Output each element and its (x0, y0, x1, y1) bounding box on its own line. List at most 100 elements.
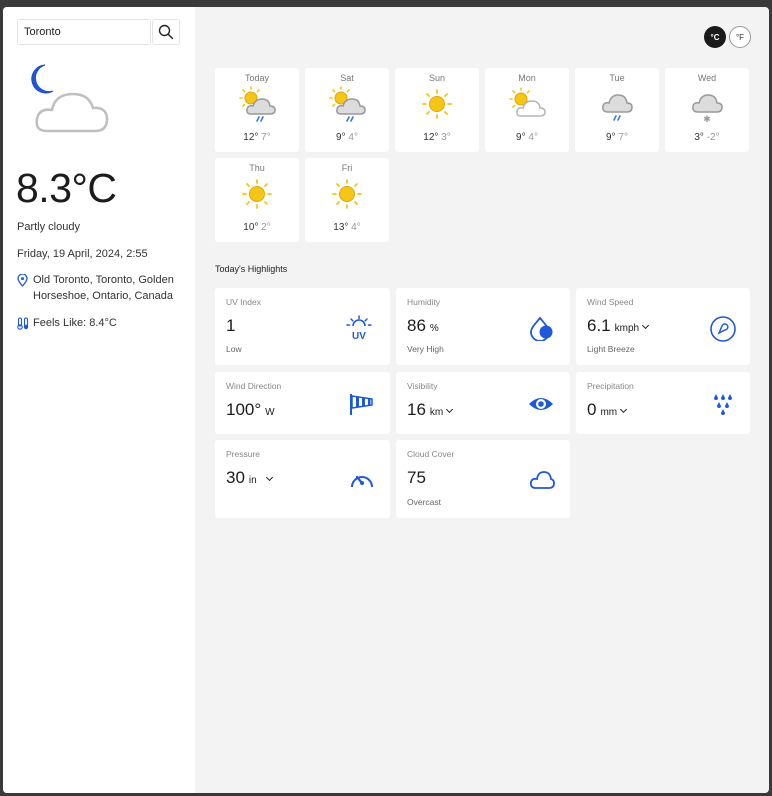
forecast-day-name: Fri (341, 163, 353, 173)
forecast-low: 7° (618, 132, 628, 143)
precipitation-number: 0 (587, 400, 597, 419)
forecast-day-wed: Wed ✱ 3° -2° (665, 68, 749, 152)
visibility-number: 16 (407, 400, 426, 419)
raindrops-icon (714, 394, 732, 415)
forecast-high: 10° (243, 222, 259, 233)
forecast-temps: 10° 2° (215, 222, 299, 233)
thermometer-icon (17, 317, 29, 330)
partly-cloudy-night-icon (25, 61, 115, 146)
forecast-high: 9° (516, 132, 526, 143)
forecast-temps: 12° 7° (215, 132, 299, 143)
celsius-toggle[interactable]: °C (704, 26, 726, 48)
uv-level: Low (226, 344, 242, 354)
pressure-unit[interactable]: in (249, 475, 257, 486)
pressure-card: Pressure 30 in (215, 440, 390, 518)
chevron-down-icon[interactable] (620, 405, 628, 414)
cloud-cover-card: Cloud Cover 75 Overcast (396, 440, 570, 518)
sun-icon (332, 179, 362, 209)
forecast-high: 13° (333, 222, 349, 233)
uv-value: 1 (226, 316, 236, 335)
wind-direction-compass: W (265, 407, 275, 418)
weather-app: 8.3°C Partly cloudy Friday, 19 April, 20… (3, 7, 769, 793)
humidity-unit: % (429, 323, 439, 334)
forecast-high: 3° (694, 132, 704, 143)
cloud-icon (529, 471, 555, 489)
pressure-number: 30 (226, 468, 245, 487)
wind-speed-label: Wind Speed (587, 297, 634, 307)
forecast-day-sun: Sun 12° 3° (395, 68, 479, 152)
forecast-high: 12° (423, 132, 439, 143)
forecast-low: 7° (261, 132, 271, 143)
search-input[interactable] (17, 19, 151, 45)
humidity-value: 86% (407, 316, 439, 336)
wind-speed-desc: Light Breeze (587, 344, 635, 354)
wind-speed-card: Wind Speed 6.1 kmph Light Breeze (576, 288, 750, 365)
precipitation-unit[interactable]: mm (600, 407, 617, 418)
pressure-value: 30 in (226, 468, 273, 488)
forecast-day-name: Mon (518, 73, 536, 83)
pressure-label: Pressure (226, 449, 261, 459)
humidity-number: 86 (407, 316, 426, 335)
forecast-temps: 12° 3° (395, 132, 479, 143)
location: Old Toronto, Toronto, Golden Horseshoe, … (17, 272, 187, 304)
forecast-low: 3° (441, 132, 451, 143)
precipitation-value: 0 mm (587, 400, 628, 420)
chevron-down-icon[interactable] (642, 321, 650, 330)
location-pin-icon (17, 274, 28, 287)
sun-icon (242, 179, 272, 209)
wind-direction-label: Wind Direction (226, 381, 282, 391)
forecast-day-tue: Tue 9° 7° (575, 68, 659, 152)
wind-speed-number: 6.1 (587, 316, 611, 335)
forecast-low: 4° (351, 222, 361, 233)
humidity-label: Humidity (407, 297, 441, 307)
precipitation-label: Precipitation (587, 381, 634, 391)
forecast-day-name: Today (244, 73, 270, 83)
forecast-low: 4° (348, 132, 358, 143)
search-icon (158, 24, 174, 40)
forecast-temps: 9° 4° (305, 132, 389, 143)
forecast-day-mon: Mon 9° 4° (485, 68, 569, 152)
uv-index-card: UV Index 1 Low UV (215, 288, 390, 365)
forecast-day-sat: Sat 9° 4° (305, 68, 389, 152)
chevron-down-icon[interactable] (446, 405, 454, 414)
condition-text: Partly cloudy (17, 221, 80, 233)
sun-cloud-icon (509, 87, 546, 117)
humidity-level: Very High (407, 344, 444, 354)
chevron-down-icon[interactable] (265, 473, 273, 482)
sun-icon (422, 89, 452, 119)
gauge-icon (351, 475, 373, 488)
fahrenheit-toggle[interactable]: °F (729, 26, 751, 48)
visibility-label: Visibility (407, 381, 438, 391)
feels-like: Feels Like: 8.4°C (17, 315, 117, 331)
cloud-rain-icon (602, 94, 633, 121)
svg-text:UV: UV (352, 331, 366, 341)
feels-like-text: Feels Like: 8.4°C (33, 317, 117, 329)
forecast-day-name: Wed (697, 73, 717, 83)
uv-sun-icon: UV (346, 315, 372, 341)
wind-direction-value: 100° W (226, 400, 275, 420)
sun-cloud-rain-icon (329, 86, 366, 122)
forecast-low: 2° (261, 222, 271, 233)
highlights-title: Today's Highlights (215, 264, 288, 274)
svg-text:✱: ✱ (703, 115, 711, 124)
forecast-day-today: Today 12° 7° (215, 68, 299, 152)
date-time: Friday, 19 April, 2024, 2:55 (17, 248, 148, 260)
forecast-day-name: Tue (609, 73, 625, 83)
wind-speed-unit[interactable]: kmph (615, 323, 639, 334)
forecast-temps: 9° 4° (485, 132, 569, 143)
location-text: Old Toronto, Toronto, Golden Horseshoe, … (33, 274, 174, 302)
precipitation-card: Precipitation 0 mm (576, 372, 750, 434)
humidity-drop-icon (530, 316, 553, 341)
windsock-icon (350, 394, 373, 415)
forecast-day-name: Sun (428, 73, 445, 83)
forecast-temps: 9° 7° (575, 132, 659, 143)
cloud-cover-label: Cloud Cover (407, 449, 455, 459)
visibility-unit[interactable]: km (430, 407, 443, 418)
search-button[interactable] (152, 19, 180, 45)
forecast-high: 9° (606, 132, 616, 143)
wind-gauge-icon (710, 316, 736, 342)
cloud-snow-icon: ✱ (692, 94, 723, 124)
wind-direction-card: Wind Direction 100° W (215, 372, 390, 434)
forecast-temps: 13° 4° (305, 222, 389, 233)
wind-speed-value: 6.1 kmph (587, 316, 650, 336)
